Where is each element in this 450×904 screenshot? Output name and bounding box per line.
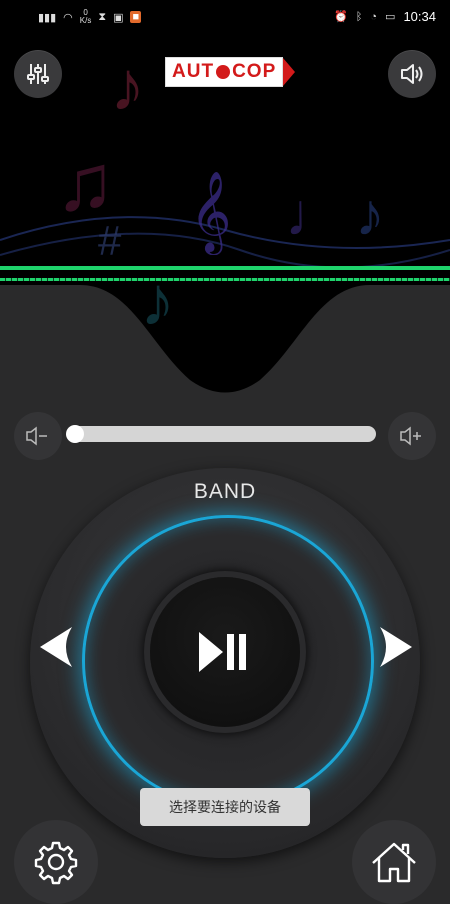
hourglass-icon: ⧗ xyxy=(98,10,107,23)
curved-panel-edge xyxy=(0,285,450,425)
band-label[interactable]: BAND xyxy=(0,480,450,504)
status-right-icons: ⏰ ᛒ ◔ ▭ 10:34 xyxy=(334,9,436,24)
alarm-icon: ⏰ xyxy=(334,11,348,23)
wifi-icon: ◠ xyxy=(63,11,73,24)
timer-icon: ◔ xyxy=(370,10,378,23)
equalizer-icon xyxy=(27,64,49,84)
toast-message: 选择要连接的设备 xyxy=(140,788,310,826)
status-left-icons: ▮▮▮ ◠ 0 K/s ⧗ ▣ ■ xyxy=(38,9,142,25)
svg-text:♪: ♪ xyxy=(110,47,145,125)
volume-slider-track[interactable] xyxy=(68,426,376,442)
svg-text:𝄞: 𝄞 xyxy=(190,172,231,255)
volume-up-button[interactable] xyxy=(388,412,436,460)
logo-dot xyxy=(216,65,231,79)
play-pause-button[interactable] xyxy=(150,577,300,727)
logo-arrow xyxy=(283,58,296,86)
svg-text:♪: ♪ xyxy=(355,181,385,248)
equalizer-bar-top xyxy=(0,266,450,270)
signal-icon: ▮▮▮ xyxy=(38,11,57,24)
speaker-button[interactable] xyxy=(388,50,436,98)
battery-saver-icon: ▣ xyxy=(113,11,124,24)
home-icon xyxy=(372,842,416,883)
volume-up-icon xyxy=(400,426,421,446)
bluetooth-icon: ᛒ xyxy=(355,10,363,23)
logo-left-text: AUT xyxy=(172,61,215,82)
app-icon: ■ xyxy=(130,11,142,23)
arrow-right-icon[interactable] xyxy=(378,625,414,669)
volume-down-icon xyxy=(26,426,47,446)
volume-down-button[interactable] xyxy=(14,412,62,460)
logo-box: AUT COP xyxy=(165,57,284,87)
svg-text:#: # xyxy=(98,217,122,264)
data-speed-icon: 0 K/s xyxy=(80,9,92,25)
svg-text:♩: ♩ xyxy=(285,181,345,248)
svg-text:♫: ♫ xyxy=(55,138,115,227)
arrow-left-icon[interactable] xyxy=(38,625,74,669)
play-pause-icon xyxy=(199,632,246,672)
autocop-logo: AUT COP xyxy=(165,57,296,87)
data-speed-unit: K/s xyxy=(79,16,92,25)
battery-icon: ▭ xyxy=(385,11,396,23)
logo-right-text: COP xyxy=(232,61,277,82)
status-bar: ▮▮▮ ◠ 0 K/s ⧗ ▣ ■ ⏰ ᛒ ◔ ▭ 10:34 xyxy=(0,0,450,34)
home-button[interactable] xyxy=(352,820,436,904)
speaker-icon xyxy=(401,64,423,84)
settings-button[interactable] xyxy=(14,820,98,904)
equalizer-button[interactable] xyxy=(14,50,62,98)
status-time: 10:34 xyxy=(403,9,436,24)
gear-icon xyxy=(34,841,78,885)
volume-slider-thumb[interactable] xyxy=(66,425,84,443)
equalizer-bar-bottom xyxy=(0,278,450,281)
